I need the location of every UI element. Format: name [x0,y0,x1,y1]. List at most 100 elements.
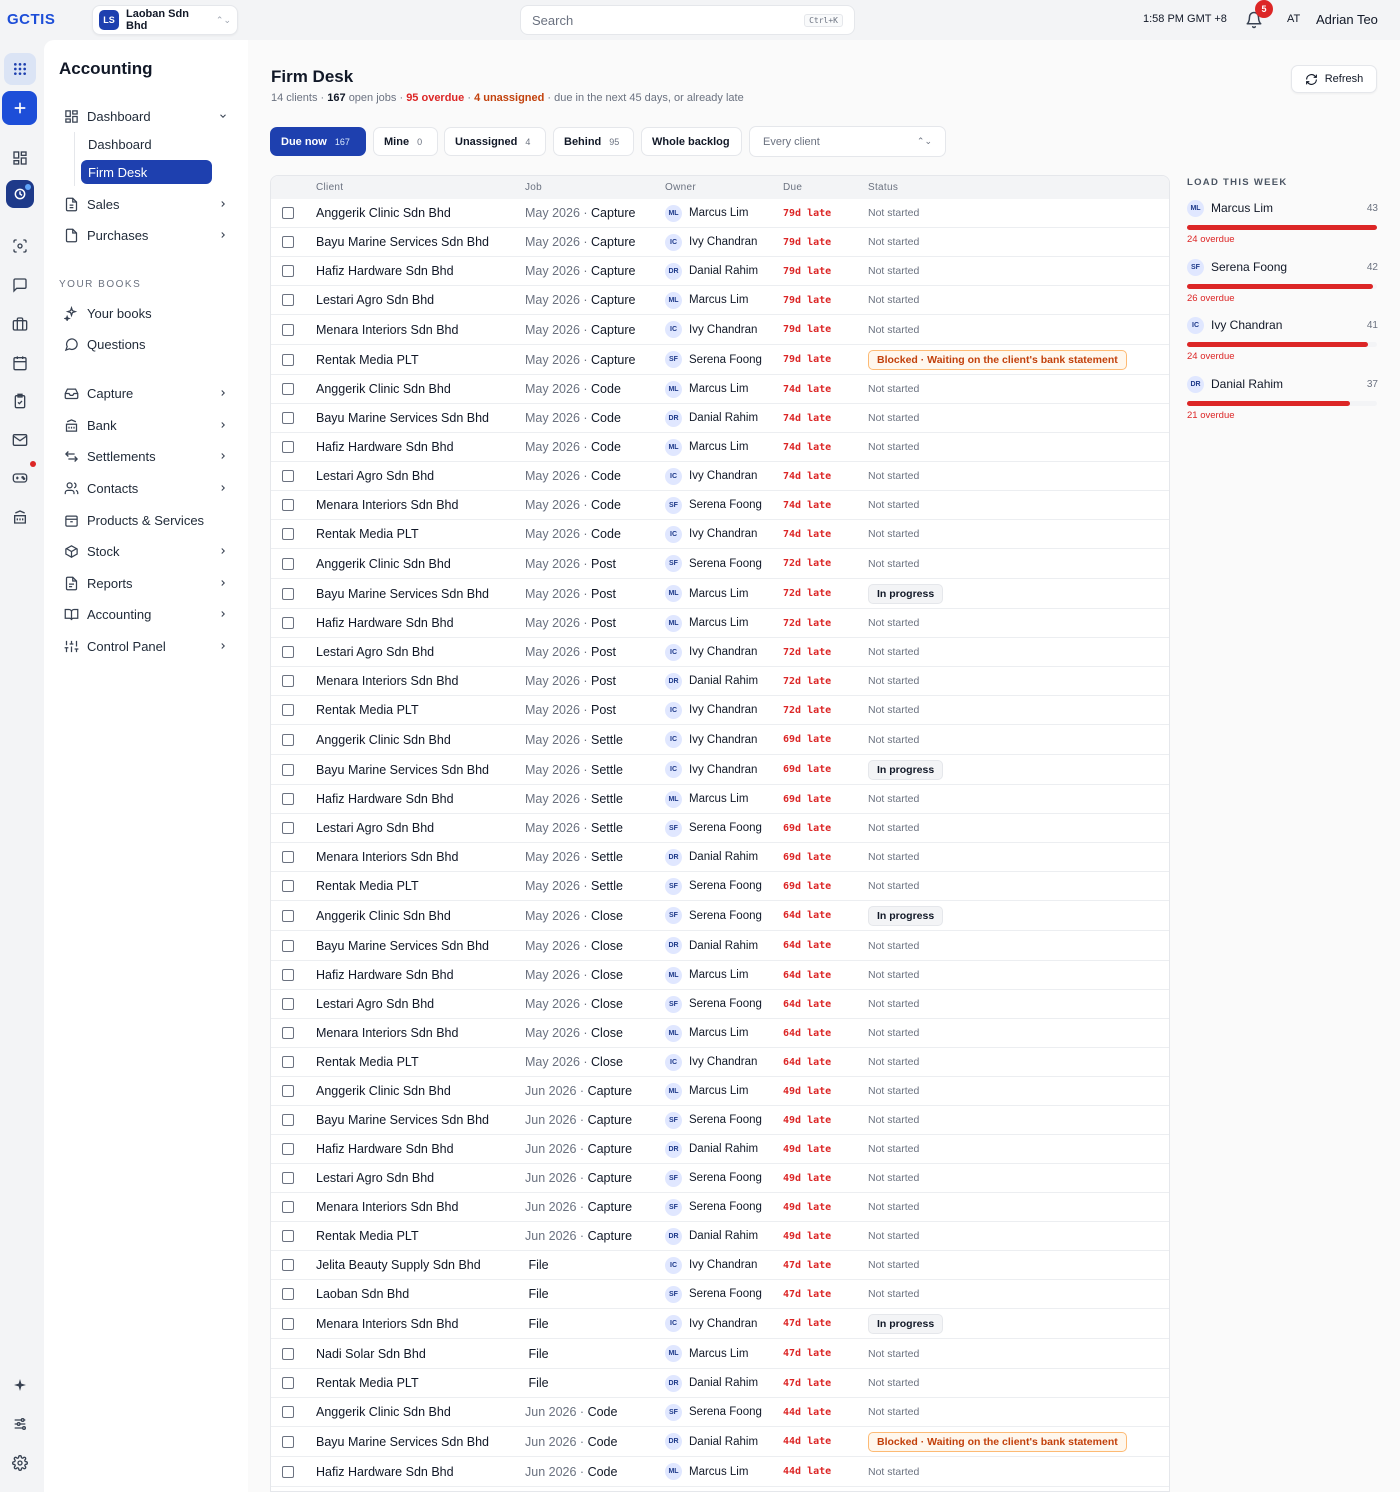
row-checkbox[interactable] [282,470,294,482]
job-cell[interactable]: Jun 2026 · Capture [525,1164,632,1192]
filter-behind[interactable]: Behind 95 [553,127,634,156]
job-cell[interactable]: Jun 2026 · Capture [525,1106,632,1134]
client-cell[interactable]: Menara Interiors Sdn Bhd [316,843,458,871]
job-cell[interactable]: May 2026 · Close [525,990,623,1018]
client-cell[interactable]: Anggerik Clinic Sdn Bhd [316,725,451,754]
table-row[interactable]: Jelita Beauty Supply Sdn Bhd File IC Ivy C… [271,1251,1169,1280]
client-cell[interactable]: Bayu Marine Services Sdn Bhd [316,404,489,432]
client-cell[interactable]: Lestari Agro Sdn Bhd [316,286,434,314]
column-header-owner[interactable]: Owner [665,182,696,193]
row-checkbox[interactable] [282,1435,294,1448]
rail-create-button[interactable] [2,91,37,125]
table-row[interactable]: Anggerik Clinic Sdn Bhd May 2026 · Post SF… [271,549,1169,579]
sidebar-item-stock[interactable]: Stock [64,539,228,563]
row-checkbox[interactable] [282,851,294,863]
owner-cell[interactable]: IC Ivy Chandran [665,1251,757,1279]
job-cell[interactable]: May 2026 · Post [525,667,616,695]
table-row[interactable]: Lestari Agro Sdn Bhd May 2026 · Capture ML… [271,286,1169,315]
job-cell[interactable]: Jun 2026 · Capture [525,1135,632,1163]
job-cell[interactable]: File [525,1309,548,1338]
load-item[interactable]: ML Marcus Lim 43 24 overdue [1187,198,1378,248]
table-row[interactable]: Anggerik Clinic Sdn Bhd Jun 2026 · Captur… [271,1077,1169,1106]
client-cell[interactable]: Anggerik Clinic Sdn Bhd [316,1077,451,1105]
client-cell[interactable]: Rentak Media PLT [316,1369,419,1397]
job-cell[interactable]: File [525,1251,548,1279]
row-checkbox[interactable] [282,441,294,453]
job-cell[interactable]: May 2026 · Capture [525,257,636,285]
client-cell[interactable]: Menara Interiors Sdn Bhd [316,1193,458,1221]
client-cell[interactable]: Rentak Media PLT [316,696,419,724]
owner-cell[interactable]: SF Serena Foong [665,1164,762,1192]
owner-cell[interactable]: IC Ivy Chandran [665,315,757,344]
owner-cell[interactable]: IC Ivy Chandran [665,1309,757,1338]
owner-cell[interactable]: DR Danial Rahim [665,1369,758,1397]
row-checkbox[interactable] [282,646,294,658]
client-cell[interactable]: Rentak Media PLT [316,345,419,374]
job-cell[interactable]: May 2026 · Post [525,638,616,666]
owner-cell[interactable]: IC Ivy Chandran [665,520,757,548]
sidebar-item-reports[interactable]: Reports [64,571,228,595]
row-checkbox[interactable] [282,294,294,306]
rail-settings-button[interactable] [4,1447,36,1479]
row-checkbox[interactable] [282,1377,294,1389]
table-row[interactable]: Hafiz Hardware Sdn Bhd May 2026 · Post ML M… [271,609,1169,638]
table-row[interactable]: Bayu Marine Services Sdn Bhd May 2026 · C… [271,931,1169,961]
search-input[interactable] [532,12,805,28]
owner-cell[interactable]: SF Serena Foong [665,872,762,900]
table-row[interactable]: Hafiz Hardware Sdn Bhd May 2026 · Settle M… [271,785,1169,814]
table-row[interactable]: Bayu Marine Services Sdn Bhd May 2026 · C… [271,228,1169,257]
job-cell[interactable]: May 2026 · Close [525,1048,623,1076]
client-cell[interactable]: Rentak Media PLT [316,1048,419,1076]
job-cell[interactable]: File [525,1280,548,1308]
row-checkbox[interactable] [282,1114,294,1126]
table-row[interactable]: Bayu Marine Services Sdn Bhd May 2026 · C… [271,404,1169,433]
row-checkbox[interactable] [282,733,294,746]
sidebar-item-dashboard-group[interactable]: Dashboard [64,104,228,128]
table-row[interactable]: Menara Interiors Sdn Bhd Jun 2026 · Captu… [271,1193,1169,1222]
row-checkbox[interactable] [282,1201,294,1213]
row-checkbox[interactable] [282,587,294,600]
job-cell[interactable]: May 2026 · Code [525,520,621,548]
row-checkbox[interactable] [282,704,294,716]
table-row[interactable]: Nadi Solar Sdn Bhd File ML Marcus Lim 47d l… [271,1339,1169,1369]
load-item[interactable]: DR Danial Rahim 37 21 overdue [1187,374,1378,424]
table-row[interactable]: Lestari Agro Sdn Bhd May 2026 · Settle SF S… [271,814,1169,843]
sidebar-subitem-dashboard[interactable]: Dashboard [81,132,212,156]
sidebar-subitem-firm-desk[interactable]: Firm Desk [81,160,212,184]
table-row[interactable]: Hafiz Hardware Sdn Bhd May 2026 · Code ML M… [271,433,1169,462]
row-checkbox[interactable] [282,236,294,248]
load-item[interactable]: SF Serena Foong 42 26 overdue [1187,257,1378,307]
client-cell[interactable]: Bayu Marine Services Sdn Bhd [316,228,489,256]
row-checkbox[interactable] [282,412,294,424]
client-cell[interactable]: Lestari Agro Sdn Bhd [316,990,434,1018]
table-row[interactable]: Anggerik Clinic Sdn Bhd May 2026 · Code ML… [271,375,1169,404]
client-cell[interactable]: Hafiz Hardware Sdn Bhd [316,785,454,813]
job-cell[interactable]: May 2026 · Capture [525,315,636,344]
job-cell[interactable]: Jun 2026 · Code [525,1398,617,1426]
owner-cell[interactable]: DR Danial Rahim [665,1427,758,1456]
row-checkbox[interactable] [282,207,294,219]
row-checkbox[interactable] [282,969,294,981]
company-switcher[interactable]: LS Laoban Sdn Bhd ⌃⌄ [92,5,238,35]
sidebar-item-products-services[interactable]: Products & Services [64,508,228,532]
client-cell[interactable]: Anggerik Clinic Sdn Bhd [316,901,451,930]
job-cell[interactable]: May 2026 · Close [525,901,623,930]
client-cell[interactable]: Menara Interiors Sdn Bhd [316,667,458,695]
client-cell[interactable]: Hafiz Hardware Sdn Bhd [316,1135,454,1163]
owner-cell[interactable]: SF Serena Foong [665,1106,762,1134]
job-cell[interactable]: May 2026 · Close [525,961,623,989]
row-checkbox[interactable] [282,1143,294,1155]
owner-cell[interactable]: DR Danial Rahim [665,1135,758,1163]
column-header-client[interactable]: Client [316,182,343,193]
owner-cell[interactable]: ML Marcus Lim [665,1339,748,1368]
sidebar-item-bank[interactable]: Bank [64,413,228,437]
job-cell[interactable]: May 2026 · Settle [525,843,623,871]
row-checkbox[interactable] [282,880,294,892]
owner-cell[interactable]: ML Marcus Lim [665,1019,748,1047]
job-cell[interactable]: Jun 2026 · Code [525,1457,617,1486]
rail-mail-button[interactable] [4,424,36,456]
rail-sparkle-button[interactable] [4,1369,36,1401]
row-checkbox[interactable] [282,793,294,805]
client-cell[interactable]: Laoban Sdn Bhd [316,1280,409,1308]
client-cell[interactable]: Hafiz Hardware Sdn Bhd [316,1457,454,1486]
